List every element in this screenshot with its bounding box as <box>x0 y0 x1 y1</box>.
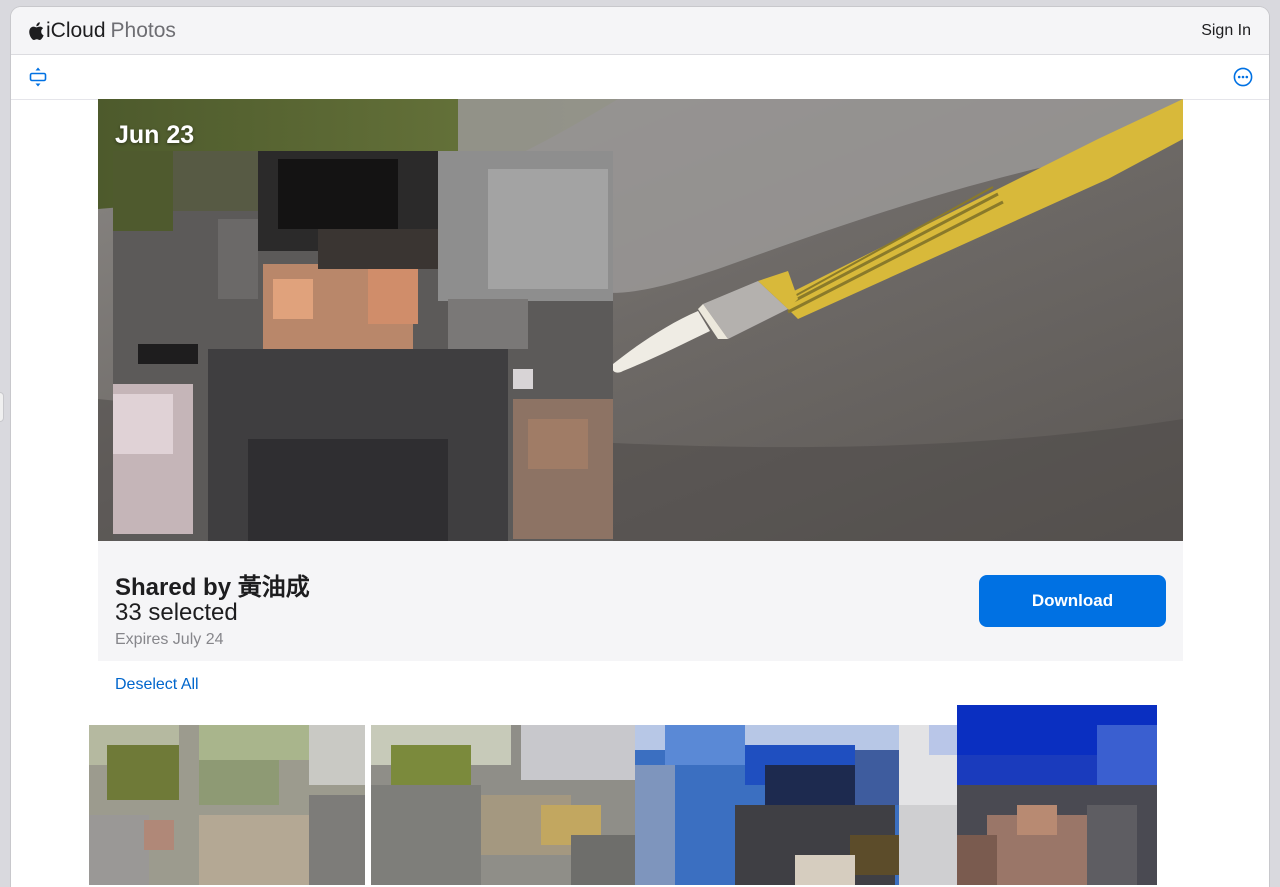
share-info-panel: Shared by 黃油成 33 selected Expires July 2… <box>98 541 1183 661</box>
expiry-date: Expires July 24 <box>115 631 224 648</box>
brand-product: Photos <box>110 19 176 42</box>
resize-icon[interactable] <box>27 66 49 88</box>
apple-logo-icon <box>29 22 44 41</box>
window-edge-handle <box>0 393 3 421</box>
photo-thumbnail[interactable] <box>635 725 911 885</box>
browser-window: iCloud Photos Sign In Jun 23 Shared by 黃… <box>11 7 1269 887</box>
app-header: iCloud Photos Sign In <box>11 7 1269 55</box>
sign-in-link[interactable]: Sign In <box>1201 22 1251 40</box>
photo-date: Jun 23 <box>115 121 195 149</box>
photo-grid <box>11 697 1269 887</box>
shared-by-title: Shared by 黃油成 <box>115 574 310 601</box>
app-brand: iCloud Photos <box>28 19 176 43</box>
pixelated-person <box>113 151 613 541</box>
deselect-all-link[interactable]: Deselect All <box>115 676 199 694</box>
selected-count: 33 selected <box>115 599 238 626</box>
featured-photo[interactable]: Jun 23 <box>98 99 1183 541</box>
photo-thumbnail[interactable] <box>89 725 365 885</box>
more-icon[interactable] <box>1232 66 1254 88</box>
photo-thumbnail[interactable] <box>957 705 1157 885</box>
photo-thumbnail[interactable] <box>899 725 959 885</box>
brand-name: iCloud <box>46 19 106 42</box>
road-paint-photo <box>98 99 1183 541</box>
download-button[interactable]: Download <box>979 575 1166 627</box>
photo-thumbnail[interactable] <box>371 725 647 885</box>
toolbar <box>11 55 1269 100</box>
